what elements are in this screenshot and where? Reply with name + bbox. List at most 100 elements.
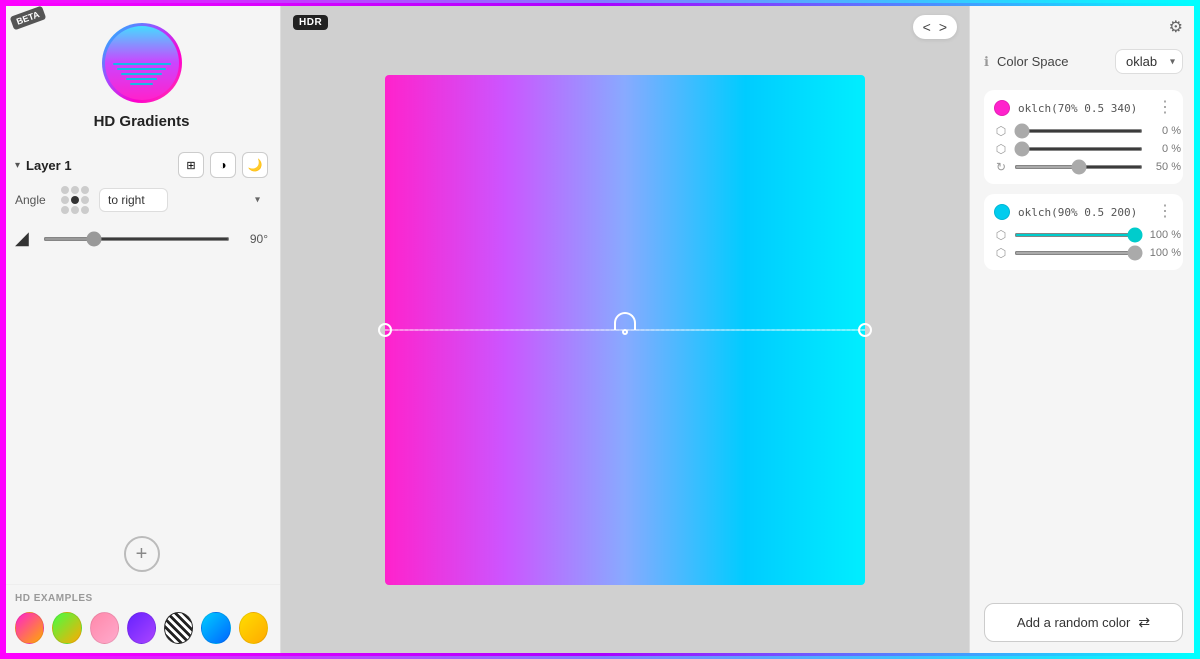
slider-1c[interactable] xyxy=(1014,165,1143,169)
color-space-wrapper: oklab oklch srgb hsl xyxy=(1115,49,1183,74)
dot-tr[interactable] xyxy=(81,186,89,194)
layer-icons: ⊞ ◑ 🌙 xyxy=(178,152,268,178)
slider-line-1b: ⬡ 0 % xyxy=(994,142,1173,156)
app-logo xyxy=(102,23,182,103)
dot-bl[interactable] xyxy=(61,206,69,214)
slider-pct-1b: 0 % xyxy=(1149,143,1181,155)
color-dot-2[interactable] xyxy=(994,204,1010,220)
slider-2b[interactable] xyxy=(1014,251,1143,255)
slider-2a[interactable] xyxy=(1014,233,1143,237)
app-title: HD Gradients xyxy=(94,113,190,130)
dot-br[interactable] xyxy=(81,206,89,214)
logo-line xyxy=(117,68,166,70)
color-space-row: ℹ Color Space oklab oklch srgb hsl xyxy=(984,49,1183,74)
logo-line xyxy=(121,73,162,75)
grid-icon-btn[interactable]: ⊞ xyxy=(178,152,204,178)
dot-tc[interactable] xyxy=(71,186,79,194)
angle-label: Angle xyxy=(15,193,51,207)
midpoint-arc xyxy=(614,312,636,330)
slider-line-1c: ↻ 50 % xyxy=(994,160,1173,174)
examples-section: HD EXAMPLES xyxy=(3,584,280,656)
layer-name: Layer 1 xyxy=(26,158,72,173)
sidebar: BETA HD Gradients ▾ Layer 1 xyxy=(3,3,281,656)
hdr-badge: HDR xyxy=(293,15,328,30)
logo-lines xyxy=(105,63,179,85)
add-random-label: Add a random color xyxy=(1017,615,1130,630)
color-stop-2-sliders: ⬡ 100 % ⬡ 100 % xyxy=(994,228,1173,260)
next-arrow-button[interactable]: > xyxy=(937,19,949,35)
layer-title-group: ▾ Layer 1 xyxy=(15,158,72,173)
rotate-icon-1c: ↻ xyxy=(994,160,1008,174)
color-stop-1: oklch(70% 0.5 340) ⋮ ⬡ 0 % ⬡ 0 % ↻ 50 % xyxy=(984,90,1183,184)
slider-pct-1a: 0 % xyxy=(1149,125,1181,137)
midpoint-dot xyxy=(622,329,628,335)
link-icon-2b: ⬡ xyxy=(994,246,1008,260)
slider-1a[interactable] xyxy=(1014,129,1143,133)
example-swatch-7[interactable] xyxy=(239,612,268,644)
nav-arrows: < > xyxy=(913,15,957,39)
example-swatch-2[interactable] xyxy=(52,612,81,644)
logo-inner xyxy=(105,26,179,100)
example-swatch-1[interactable] xyxy=(15,612,44,644)
add-layer-button[interactable]: + xyxy=(124,536,160,572)
layer-header: ▾ Layer 1 ⊞ ◑ 🌙 xyxy=(15,142,268,186)
color-dot-1[interactable] xyxy=(994,100,1010,116)
color-label-2: oklch(90% 0.5 200) xyxy=(1018,206,1149,219)
link-icon-1b: ⬡ xyxy=(994,142,1008,156)
direction-select[interactable]: to right to left to top to bottom xyxy=(99,188,168,212)
gradient-canvas[interactable] xyxy=(385,75,865,585)
logo-line xyxy=(113,63,171,65)
angle-slider-row: ◢ 90° xyxy=(15,228,268,249)
moon-icon-btn[interactable]: 🌙 xyxy=(242,152,268,178)
angle-shape-icon: ◢ xyxy=(15,228,35,249)
contrast-icon-btn[interactable]: ◑ xyxy=(210,152,236,178)
link-icon-2a: ⬡ xyxy=(994,228,1008,242)
logo-line xyxy=(126,78,158,80)
color-space-label: Color Space xyxy=(997,54,1107,69)
right-panel-header: ⚙ xyxy=(984,17,1183,37)
info-icon: ℹ xyxy=(984,54,989,70)
gradient-midpoint[interactable] xyxy=(614,312,636,330)
angle-row: Angle to right to left to t xyxy=(15,186,268,214)
example-swatch-3[interactable] xyxy=(90,612,119,644)
logo-line xyxy=(130,83,153,85)
color-stop-1-menu-button[interactable]: ⋮ xyxy=(1157,100,1173,116)
dot-mr[interactable] xyxy=(81,196,89,204)
slider-pct-2a: 100 % xyxy=(1149,229,1181,241)
layer-section: ▾ Layer 1 ⊞ ◑ 🌙 Angle xyxy=(3,142,280,536)
center-area: HDR < > xyxy=(281,3,969,656)
example-swatch-6[interactable] xyxy=(201,612,230,644)
gradient-handle-left[interactable] xyxy=(378,323,392,337)
right-panel: ⚙ ℹ Color Space oklab oklch srgb hsl okl… xyxy=(969,3,1197,656)
angle-value: 90° xyxy=(238,232,268,246)
examples-row xyxy=(15,612,268,644)
direction-select-wrapper: to right to left to top to bottom xyxy=(99,188,268,212)
gradient-handle-right[interactable] xyxy=(858,323,872,337)
dot-ml[interactable] xyxy=(61,196,69,204)
color-stop-2: oklch(90% 0.5 200) ⋮ ⬡ 100 % ⬡ 100 % xyxy=(984,194,1183,270)
slider-1b[interactable] xyxy=(1014,147,1143,151)
beta-badge: BETA xyxy=(10,6,47,31)
add-random-color-button[interactable]: Add a random color ⇄ xyxy=(984,603,1183,642)
slider-pct-1c: 50 % xyxy=(1149,161,1181,173)
sidebar-header: BETA HD Gradients xyxy=(3,3,280,142)
color-stop-1-header: oklch(70% 0.5 340) ⋮ xyxy=(994,100,1173,116)
layer-chevron-icon[interactable]: ▾ xyxy=(15,160,20,171)
slider-line-2a: ⬡ 100 % xyxy=(994,228,1173,242)
slider-line-1a: ⬡ 0 % xyxy=(994,124,1173,138)
color-stop-2-header: oklch(90% 0.5 200) ⋮ xyxy=(994,204,1173,220)
slider-pct-2b: 100 % xyxy=(1149,247,1181,259)
dot-mc[interactable] xyxy=(71,196,79,204)
dot-bc[interactable] xyxy=(71,206,79,214)
example-swatch-5[interactable] xyxy=(164,612,193,644)
prev-arrow-button[interactable]: < xyxy=(921,19,933,35)
shuffle-icon: ⇄ xyxy=(1138,614,1150,631)
dot-tl[interactable] xyxy=(61,186,69,194)
dots-grid[interactable] xyxy=(61,186,89,214)
color-stop-2-menu-button[interactable]: ⋮ xyxy=(1157,204,1173,220)
color-space-select[interactable]: oklab oklch srgb hsl xyxy=(1115,49,1183,74)
angle-slider[interactable] xyxy=(43,237,230,241)
examples-label: HD EXAMPLES xyxy=(15,593,268,604)
settings-gear-button[interactable]: ⚙ xyxy=(1169,17,1183,37)
example-swatch-4[interactable] xyxy=(127,612,156,644)
